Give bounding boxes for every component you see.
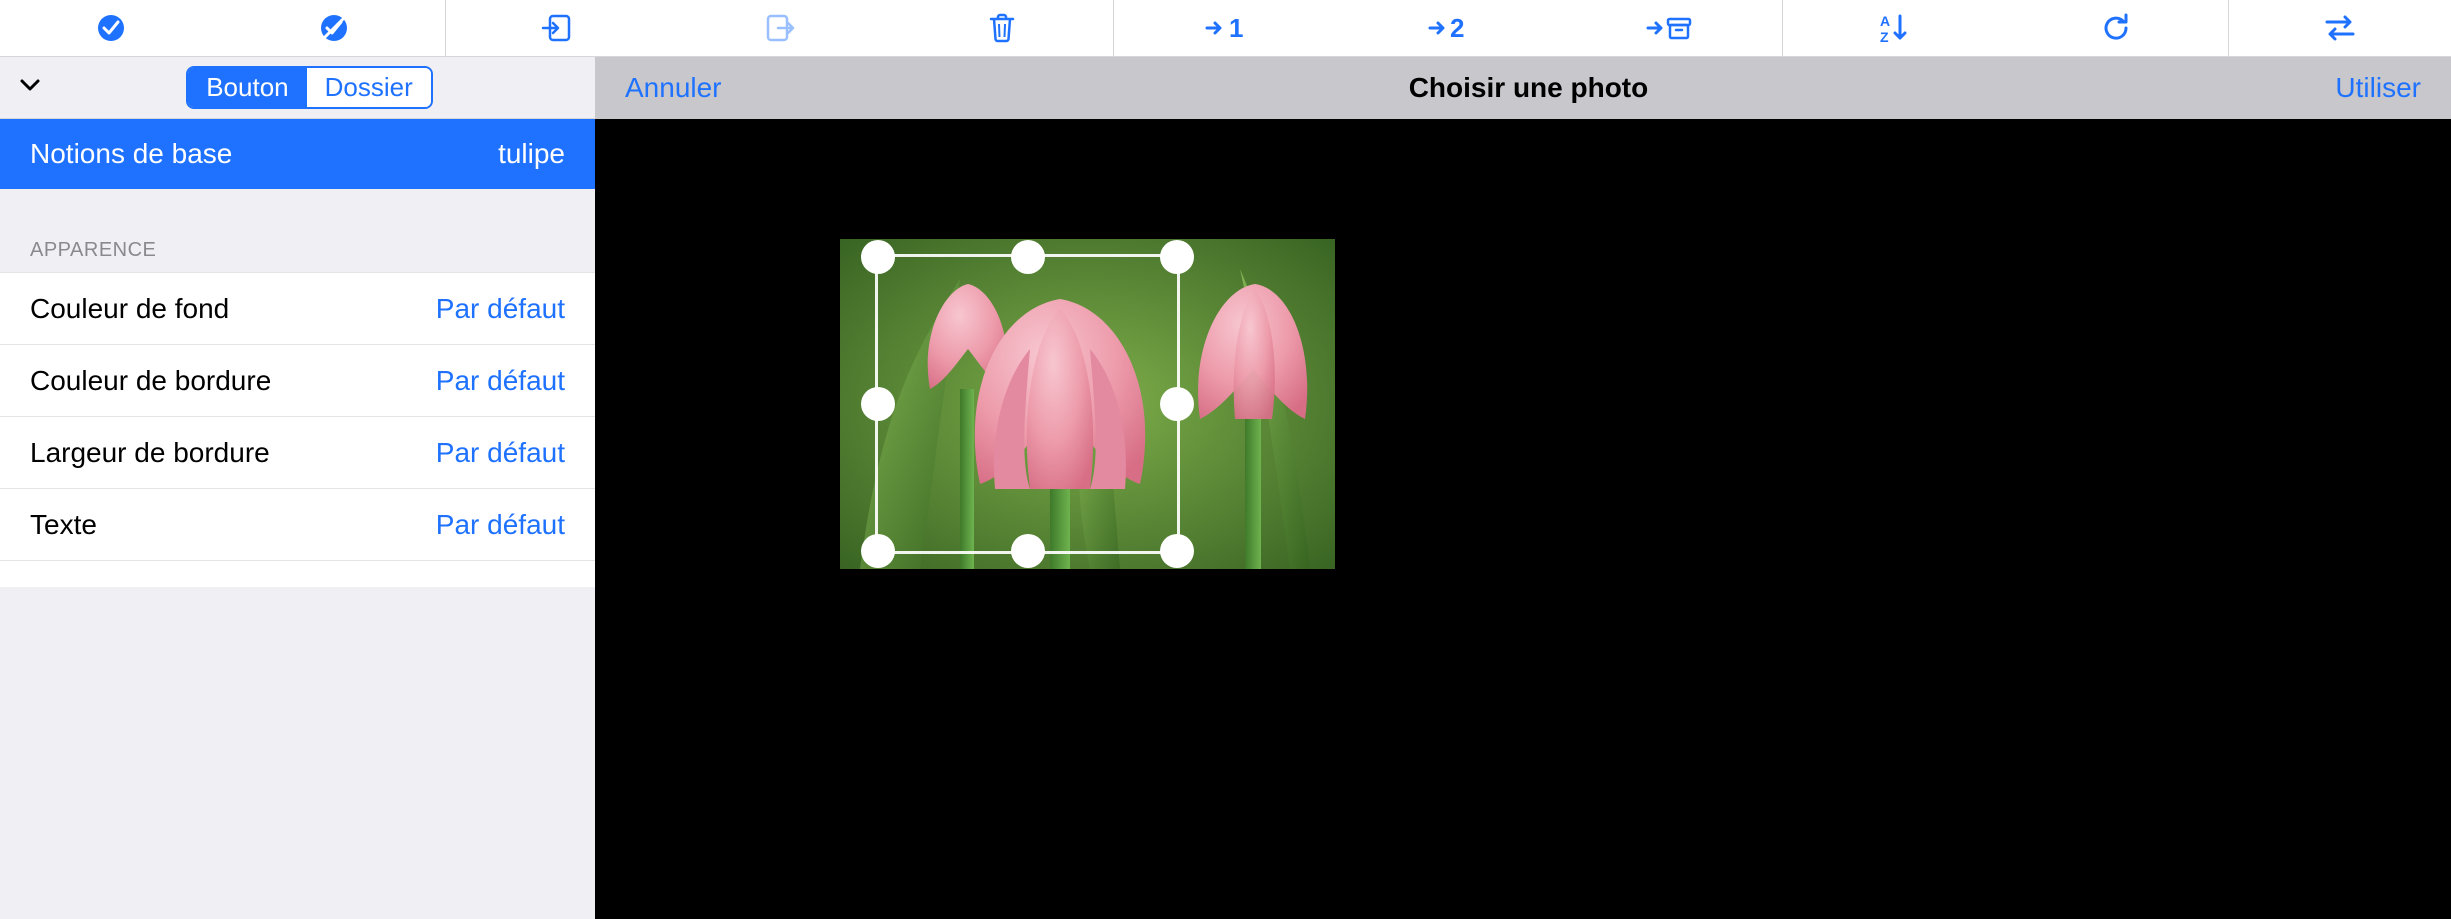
export-icon: [764, 12, 796, 44]
arrow-archive-icon: [1646, 13, 1694, 43]
crop-handle-bl[interactable]: [861, 534, 895, 568]
crop-handle-bc[interactable]: [1011, 534, 1045, 568]
right-panel: Annuler Choisir une photo Utiliser: [595, 57, 2451, 919]
row-label: Couleur de fond: [30, 293, 229, 325]
import-button[interactable]: [446, 0, 668, 56]
selected-row[interactable]: Notions de base tulipe: [0, 119, 595, 189]
arrow-2-icon: 2: [1426, 13, 1470, 43]
crop-handle-ml[interactable]: [861, 387, 895, 421]
left-panel: Bouton Dossier Notions de base tulipe AP…: [0, 57, 595, 919]
row-label: Couleur de bordure: [30, 365, 271, 397]
use-button[interactable]: Utiliser: [2335, 72, 2421, 104]
row-label: Texte: [30, 509, 97, 541]
left-header: Bouton Dossier: [0, 57, 595, 119]
x-circle-icon: [319, 13, 349, 43]
sort-icon: A Z: [1878, 12, 1910, 44]
svg-text:2: 2: [1450, 13, 1464, 43]
check-circle-icon: [96, 13, 126, 43]
section-spacer: [0, 189, 595, 239]
refresh-icon: [2100, 12, 2132, 44]
top-toolbar: 1 2 A Z: [0, 0, 2451, 57]
crop-handle-tc[interactable]: [1011, 240, 1045, 274]
segmented-control: Bouton Dossier: [186, 66, 433, 109]
svg-text:A: A: [1880, 13, 1890, 29]
row-border-color[interactable]: Couleur de bordure Par défaut: [0, 345, 595, 417]
svg-text:1: 1: [1229, 13, 1243, 43]
crop-handle-mr[interactable]: [1160, 387, 1194, 421]
photo-picker-title: Choisir une photo: [1409, 72, 1649, 104]
goto-2-button[interactable]: 2: [1337, 0, 1559, 56]
export-button[interactable]: [668, 0, 890, 56]
section-header-appearance: APPARENCE: [0, 239, 595, 272]
crop-handle-tl[interactable]: [861, 240, 895, 274]
row-value: Par défaut: [436, 509, 565, 541]
selected-value: tulipe: [498, 138, 565, 170]
row-border-width[interactable]: Largeur de bordure Par défaut: [0, 417, 595, 489]
select-all-button[interactable]: [0, 0, 222, 56]
goto-1-button[interactable]: 1: [1114, 0, 1336, 56]
deselect-all-button[interactable]: [222, 0, 444, 56]
cancel-button[interactable]: Annuler: [625, 72, 722, 104]
swap-button[interactable]: [2229, 0, 2451, 56]
crop-handle-br[interactable]: [1160, 534, 1194, 568]
crop-rectangle[interactable]: [875, 254, 1180, 554]
sort-button[interactable]: A Z: [1783, 0, 2005, 56]
trash-button[interactable]: [891, 0, 1113, 56]
row-text[interactable]: Texte Par défaut: [0, 489, 595, 561]
selected-label: Notions de base: [30, 138, 232, 170]
archive-button[interactable]: [1559, 0, 1781, 56]
photo-picker-nav: Annuler Choisir une photo Utiliser: [595, 57, 2451, 119]
row-label: Largeur de bordure: [30, 437, 270, 469]
segmented-option-folder[interactable]: Dossier: [307, 68, 431, 107]
main-split: Bouton Dossier Notions de base tulipe AP…: [0, 57, 2451, 919]
row-value: Par défaut: [436, 365, 565, 397]
row-value: Par défaut: [436, 293, 565, 325]
segmented-option-button[interactable]: Bouton: [188, 68, 306, 107]
photo-crop-area[interactable]: [595, 119, 2451, 919]
chevron-down-icon[interactable]: [18, 73, 42, 102]
crop-handle-tr[interactable]: [1160, 240, 1194, 274]
property-rows: Couleur de fond Par défaut Couleur de bo…: [0, 272, 595, 587]
row-value: Par défaut: [436, 437, 565, 469]
photo-preview: [840, 239, 1335, 569]
row-background-color[interactable]: Couleur de fond Par défaut: [0, 273, 595, 345]
refresh-button[interactable]: [2005, 0, 2227, 56]
trash-icon: [987, 12, 1017, 44]
row-partial: [0, 561, 595, 587]
svg-text:Z: Z: [1880, 29, 1889, 44]
arrow-1-icon: 1: [1203, 13, 1247, 43]
swap-icon: [2323, 13, 2357, 43]
import-icon: [541, 12, 573, 44]
